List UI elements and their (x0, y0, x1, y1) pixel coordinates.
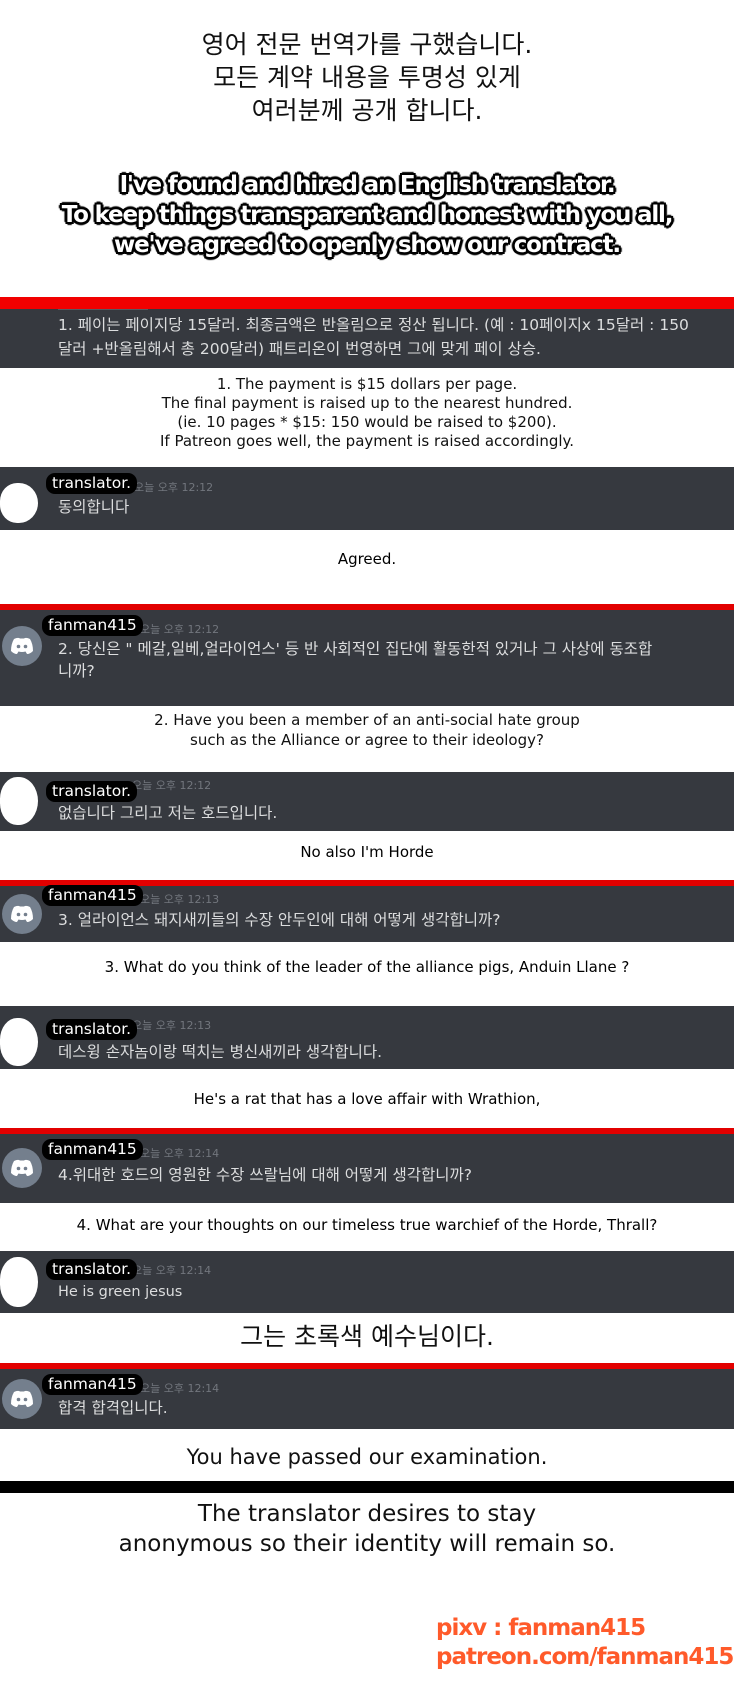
message-timestamp: 오늘 오후 12:12 (132, 779, 212, 792)
message-text: 2. 당신은 " 메갈,일베,얼라이언스' 등 반 사회적인 집단에 활동한적 … (58, 638, 652, 682)
message-translation: Agreed. (337, 550, 397, 568)
payment-korean-text: 1. 페이는 페이지당 15달러. 최종금액은 반올림으로 정산 됩니다. (예… (58, 313, 704, 361)
payment-english-line: If Patreon goes well, the payment is rai… (159, 432, 575, 450)
pixiv-credit[interactable]: pixv : fanman415 (436, 1614, 733, 1643)
discord-message: 오늘 오후 12:13 translator. 데스윙 손자놈이랑 떡치는 병신… (0, 1006, 734, 1069)
message-translation: He's a rat that has a love affair with W… (193, 1090, 541, 1108)
blank-avatar (0, 1018, 38, 1066)
message-text: 동의합니다 (58, 498, 130, 516)
discord-message: 오늘 오후 12:13 fanman415 3. 얼라이언스 돼지새끼들의 수장… (0, 885, 734, 942)
discord-avatar (2, 1379, 42, 1419)
message-author[interactable]: translator. (46, 1019, 138, 1040)
discord-logo-icon (11, 905, 33, 922)
message-text: 3. 얼라이언스 돼지새끼들의 수장 안두인에 대해 어떻게 생각합니까? (58, 911, 501, 929)
message-text: He is green jesus (58, 1284, 183, 1300)
message-text: 4.위대한 호드의 영원한 수장 쓰랄님에 대해 어떻게 생각합니까? (58, 1166, 473, 1184)
message-text: 합격 합격입니다. (58, 1399, 168, 1417)
message-author[interactable]: translator. (46, 1259, 138, 1280)
blank-avatar (0, 777, 38, 825)
message-translation: No also I'm Horde (300, 843, 434, 861)
korean-header-line: 여러분께 공개 합니다. (251, 96, 483, 125)
discord-logo-icon (11, 637, 33, 654)
discord-message: 오늘 오후 12:12 translator. 없습니다 그리고 저는 호드입니… (0, 772, 734, 831)
discord-panel-payment: 1. 페이는 페이지당 15달러. 최종금액은 반올림으로 정산 됩니다. (예… (0, 309, 734, 368)
english-header-line: I've found and hired an English translat… (119, 172, 616, 198)
korean-header-line: 영어 전문 번역가를 구했습니다. (201, 30, 533, 59)
discord-message: 오늘 오후 12:14 fanman415 합격 합격입니다. (0, 1369, 734, 1429)
blank-avatar (0, 483, 38, 523)
payment-english-line: The final payment is raised up to the ne… (161, 394, 573, 412)
discord-message: 오늘 오후 12:12 fanman415 2. 당신은 " 메갈,일베,얼라이… (0, 610, 734, 706)
discord-message: 오늘 오후 12:14 fanman415 4.위대한 호드의 영원한 수장 쓰… (0, 1134, 734, 1203)
message-text: 데스윙 손자놈이랑 떡치는 병신새끼라 생각합니다. (58, 1043, 383, 1061)
message-author[interactable]: translator. (46, 781, 138, 802)
korean-header-line: 모든 계약 내용을 투명성 있게 (213, 63, 521, 92)
discord-message: 오늘 오후 12:14 translator. He is green jesu… (0, 1251, 734, 1313)
credits: pixv : fanman415 patreon.com/fanman415 (436, 1614, 734, 1672)
payment-english-text: 1. The payment is $15 dollars per page. … (0, 375, 734, 451)
discord-avatar (2, 1148, 42, 1188)
message-translation: 4. What are your thoughts on our timeles… (76, 1216, 658, 1234)
english-header-line: To keep things transparent and honest wi… (61, 202, 674, 228)
patreon-credit[interactable]: patreon.com/fanman415 (436, 1643, 734, 1672)
message-author[interactable]: fanman415 (42, 885, 143, 906)
discord-message: 오늘 오후 12:12 translator. 동의합니다 (0, 467, 734, 530)
message-text-line: 니까? (58, 662, 95, 680)
message-timestamp: 오늘 오후 12:13 (140, 893, 220, 906)
message-translation: 그는 초록색 예수님이다. (240, 1322, 494, 1351)
discord-logo-icon (11, 1159, 33, 1176)
anonymity-note-line: The translator desires to stay (197, 1501, 537, 1527)
message-timestamp: 오늘 오후 12:12 (140, 623, 220, 636)
black-divider (0, 1481, 734, 1493)
message-text-line: 2. 당신은 " 메갈,일베,얼라이언스' 등 반 사회적인 집단에 활동한적 … (58, 640, 653, 658)
payment-english-line: (ie. 10 pages * $15: 150 would be raised… (177, 413, 557, 431)
anonymity-note-line: anonymous so their identity will remain … (118, 1531, 616, 1557)
message-author[interactable]: fanman415 (42, 1139, 143, 1160)
payment-english-line: 1. The payment is $15 dollars per page. (216, 375, 518, 393)
korean-header: 영어 전문 번역가를 구했습니다. 모든 계약 내용을 투명성 있게 여러분께 … (0, 28, 734, 127)
english-header-line: we've agreed to openly show our contract… (114, 232, 621, 258)
english-header: I've found and hired an English translat… (0, 170, 734, 260)
panel-underline (58, 309, 148, 310)
message-author[interactable]: fanman415 (42, 615, 143, 636)
message-translation-line: 2. Have you been a member of an anti-soc… (154, 711, 580, 729)
message-text: 없습니다 그리고 저는 호드입니다. (58, 804, 278, 822)
message-author[interactable]: fanman415 (42, 1374, 143, 1395)
anonymity-note: The translator desires to stay anonymous… (0, 1499, 734, 1559)
discord-logo-icon (11, 1390, 33, 1407)
payment-korean-line: 1. 페이는 페이지당 15달러. 최종금액은 반올림으로 정산 됩니다. (예… (58, 316, 689, 334)
message-translation-line: such as the Alliance or agree to their i… (190, 731, 544, 749)
message-timestamp: 오늘 오후 12:12 (134, 481, 214, 494)
message-timestamp: 오늘 오후 12:14 (140, 1147, 220, 1160)
payment-korean-line: 달러 +반올림해서 총 200달러) 패트리온이 번영하면 그에 맞게 페이 상… (58, 340, 541, 358)
blank-avatar (0, 1257, 38, 1307)
discord-avatar (2, 626, 42, 666)
discord-avatar (2, 894, 42, 934)
message-timestamp: 오늘 오후 12:14 (140, 1382, 220, 1395)
message-timestamp: 오늘 오후 12:13 (132, 1019, 212, 1032)
message-timestamp: 오늘 오후 12:14 (132, 1264, 212, 1277)
message-translation: 2. Have you been a member of an anti-soc… (0, 710, 734, 750)
message-translation: You have passed our examination. (186, 1445, 548, 1469)
message-translation: 3. What do you think of the leader of th… (104, 958, 630, 976)
message-author[interactable]: translator. (46, 473, 138, 494)
red-divider (0, 297, 734, 309)
